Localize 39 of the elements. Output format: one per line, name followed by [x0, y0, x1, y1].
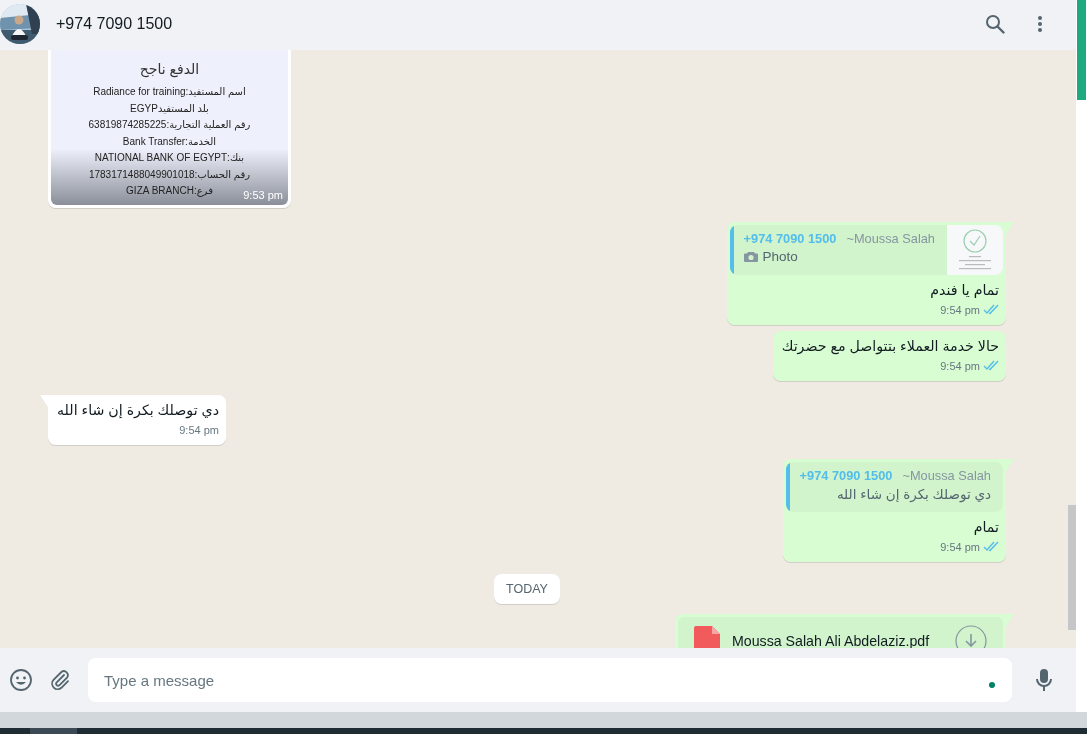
paperclip-icon[interactable]	[49, 669, 71, 691]
dot-icon	[989, 682, 995, 688]
contact-name: +974 7090 1500	[56, 15, 174, 33]
quote-sender-name: ~Moussa Salah	[846, 231, 935, 246]
quote-sender-name: ~Moussa Salah	[902, 468, 991, 483]
receipt-line: رقم الحساب:1783171488049901018	[88, 167, 251, 183]
message-text: دي توصلك بكرة إن شاء الله	[57, 401, 219, 420]
message-field[interactable]: Type a message	[88, 658, 1012, 702]
quote-author: +974 7090 1500	[743, 231, 837, 246]
message-time: 9:54 pm	[940, 540, 980, 553]
message-text: تمام يا فندم	[930, 281, 999, 300]
scrollbar-thumb[interactable]	[1077, 0, 1086, 100]
emoji-icon[interactable]	[9, 668, 33, 692]
message-time: 9:54 pm	[940, 303, 980, 316]
message-time: 9:54 pm	[179, 423, 219, 436]
search-icon[interactable]	[985, 14, 1005, 34]
quoted-text: دي توصلك بكرة إن شاء الله	[835, 486, 991, 502]
microphone-icon[interactable]	[1035, 668, 1053, 692]
message-text: تمام	[973, 518, 999, 537]
quote-author: +974 7090 1500	[799, 468, 893, 483]
receipt-line: اسم المستفيد:Radiance for training	[93, 85, 246, 100]
receipt-line: فرع:GIZA BRANCH	[126, 184, 213, 199]
quoted-message[interactable]: +974 7090 1500 ~Moussa Salah Photo	[729, 225, 1003, 275]
download-icon[interactable]	[955, 625, 987, 648]
receipt-title: الدفع ناجح	[139, 60, 200, 79]
receipt-line: الخدمة:Bank Transfer	[122, 134, 217, 149]
message-text: حالا خدمة العملاء بتتواصل مع حضرتك	[781, 337, 999, 356]
message-time: 9:53 pm	[243, 189, 283, 201]
camera-icon	[743, 251, 758, 262]
receipt-thumbnail	[947, 225, 1003, 275]
menu-icon[interactable]	[1037, 15, 1043, 33]
pdf-file-icon	[694, 626, 720, 648]
date-chip: TODAY	[494, 574, 560, 604]
message-time: 9:54 pm	[940, 359, 980, 372]
quote-media-label: Photo	[762, 249, 798, 264]
receipt-line: بلد المستفيدEGYP	[130, 101, 209, 116]
scrollbar-thumb[interactable]	[1068, 505, 1076, 630]
receipt-line: بنك:NATIONAL BANK OF EGYPT	[94, 151, 245, 165]
receipt-line: رقم العملية التجارية:63819874285225	[88, 118, 251, 133]
